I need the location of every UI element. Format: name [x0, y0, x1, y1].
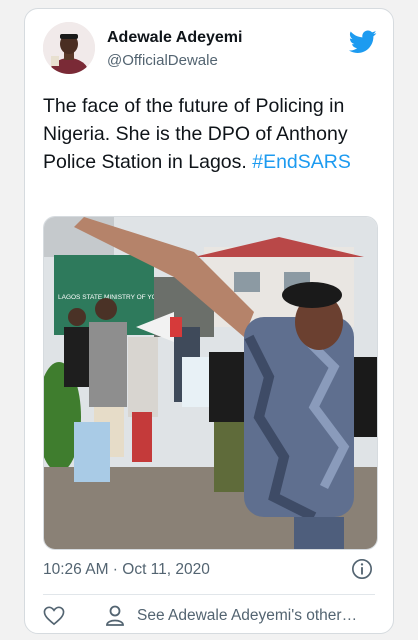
hashtag-link[interactable]: #EndSARS [252, 151, 351, 173]
heart-icon[interactable] [43, 606, 65, 626]
author-handle[interactable]: @OfficialDewale [107, 52, 218, 69]
tweet-timestamp[interactable]: 10:26 AM · Oct 11, 2020 [43, 561, 210, 579]
see-other-tweets-link[interactable]: See Adewale Adeyemi's other… [105, 604, 357, 628]
see-other-tweets-label: See Adewale Adeyemi's other… [137, 607, 358, 624]
tweet-photo[interactable]: LAGOS STATE MINISTRY OF YOUTH [43, 216, 378, 550]
twitter-bird-icon[interactable] [349, 30, 377, 54]
author-name[interactable]: Adewale Adeyemi [107, 29, 242, 47]
avatar-image [43, 22, 95, 74]
protest-photo: LAGOS STATE MINISTRY OF YOUTH [44, 217, 377, 549]
sign-text: LAGOS STATE MINISTRY OF YOUTH [58, 294, 170, 301]
tweet-card[interactable]: Adewale Adeyemi @OfficialDewale The face… [24, 8, 394, 634]
divider [43, 594, 375, 595]
user-icon [106, 605, 124, 626]
tweet-header: Adewale Adeyemi @OfficialDewale [43, 22, 377, 82]
info-icon[interactable] [351, 558, 373, 580]
tweet-text: The face of the future of Policing in Ni… [43, 92, 379, 176]
avatar[interactable] [43, 22, 95, 74]
